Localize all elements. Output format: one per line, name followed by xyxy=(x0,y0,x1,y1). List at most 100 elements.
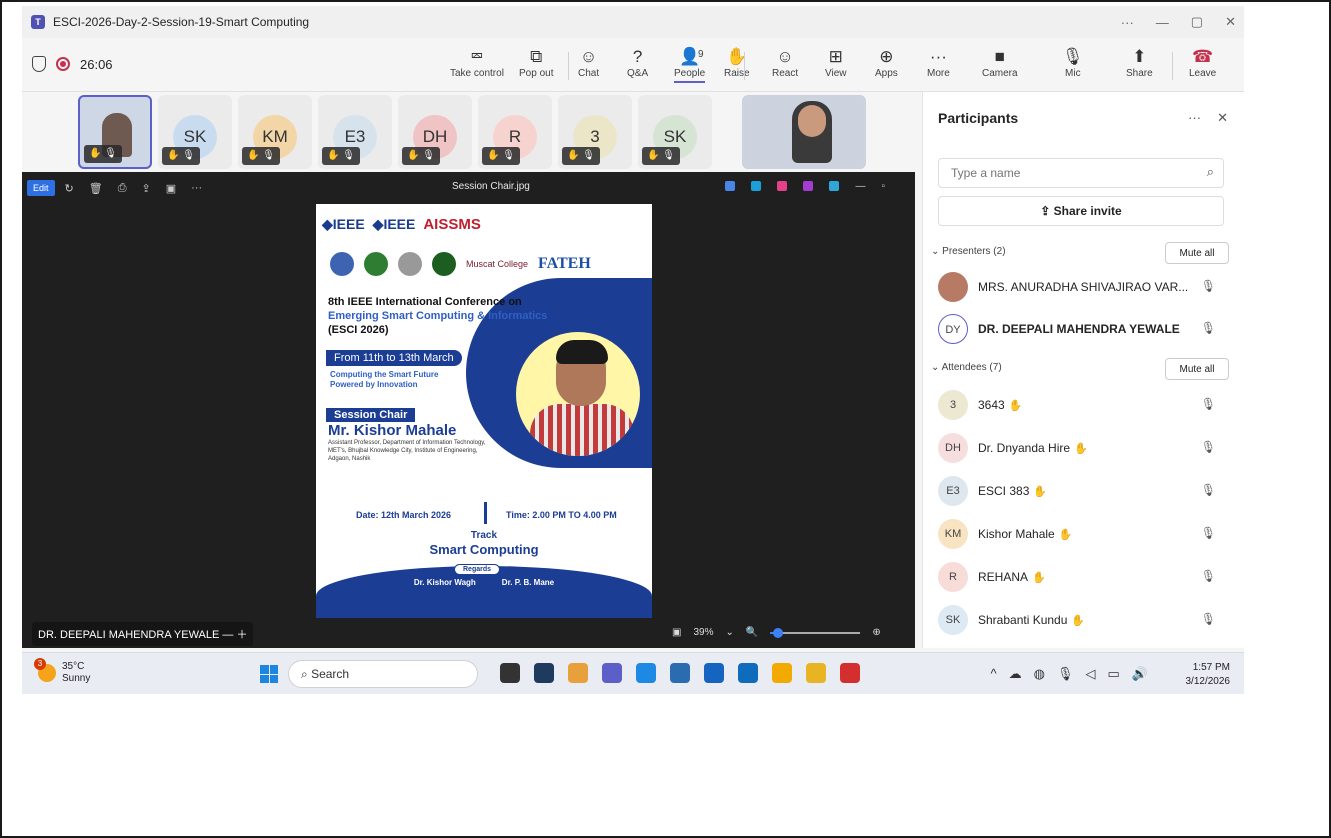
leave-button[interactable]: ☎ Leave xyxy=(1189,46,1216,79)
presenter-video[interactable] xyxy=(742,95,866,169)
mic-on-icon[interactable]: 🎙 xyxy=(1201,321,1216,335)
video-tile[interactable]: SK ✋ 🎙 xyxy=(158,95,232,169)
maximize-button[interactable]: ▢ xyxy=(1191,14,1203,30)
more-options-button[interactable]: ··· xyxy=(1121,15,1134,30)
taskbar-app-icon[interactable] xyxy=(670,663,690,683)
toolbar-label: Apps xyxy=(875,68,898,79)
onedrive-icon[interactable]: ☁ xyxy=(1009,666,1022,682)
network-icon[interactable]: ▭ xyxy=(1108,666,1120,682)
edit-button[interactable]: Edit xyxy=(27,180,55,196)
close-button[interactable]: ✕ xyxy=(1225,14,1236,30)
chat-button[interactable]: ☺ Chat xyxy=(578,46,599,79)
chevron-up-icon[interactable]: ^ xyxy=(991,666,997,682)
zoom-in-icon[interactable]: ⊕ xyxy=(872,627,880,638)
video-tile[interactable]: R ✋ 🎙 xyxy=(478,95,552,169)
react-button[interactable]: ☺ React xyxy=(772,46,798,79)
participant-row[interactable]: DY DR. DEEPALI MAHENDRA YEWALE 🎙 xyxy=(938,314,1228,344)
fit-icon[interactable]: ▣ xyxy=(672,627,681,638)
app-icon-4[interactable] xyxy=(803,181,814,191)
zoom-dropdown-icon[interactable]: ⌄ xyxy=(725,627,733,638)
share-button[interactable]: ⬆ Share xyxy=(1126,46,1153,79)
more-button[interactable]: ··· More xyxy=(927,46,950,79)
participant-row[interactable]: E3 ESCI 383 ✋ 🎙 xyxy=(938,476,1228,506)
apps-button[interactable]: ⊕ Apps xyxy=(875,46,898,79)
zoom-level[interactable]: 39% xyxy=(693,627,713,638)
minimize-button[interactable]: — xyxy=(1156,15,1169,30)
taskbar-app-icon[interactable] xyxy=(636,663,656,683)
mic-off-icon[interactable]: 🎙 xyxy=(1201,397,1216,411)
teams-tray-icon[interactable]: ◍ xyxy=(1034,666,1045,682)
video-tile[interactable]: 3 ✋ 🎙 xyxy=(558,95,632,169)
people-button[interactable]: 👤 9 People xyxy=(674,46,706,83)
mic-button[interactable]: 🎙 Mic xyxy=(1062,46,1084,79)
mic-off-icon[interactable]: 🎙 xyxy=(1201,526,1216,540)
viewer-more-icon[interactable]: ··· xyxy=(191,182,202,195)
file-title: Session Chair.jpg xyxy=(452,181,530,192)
video-tile[interactable]: ✋ 🎙 xyxy=(78,95,152,169)
video-tile[interactable]: E3 ✋ 🎙 xyxy=(318,95,392,169)
mic-off-icon[interactable]: 🎙 xyxy=(1201,279,1216,293)
taskbar-app-icon[interactable] xyxy=(500,663,520,683)
q-a-button[interactable]: ? Q&A xyxy=(627,46,648,79)
mic-off-icon[interactable]: 🎙 xyxy=(1201,440,1216,454)
taskbar-app-icon[interactable] xyxy=(602,663,622,683)
participant-row[interactable]: R REHANA ✋ 🎙 xyxy=(938,562,1228,592)
app-icon-2[interactable] xyxy=(751,181,762,191)
share-file-icon[interactable]: ⇪ xyxy=(142,182,151,195)
panel-close-icon[interactable]: ✕ xyxy=(1217,110,1228,126)
taskbar-app-icon[interactable] xyxy=(840,663,860,683)
taskbar-app-icon[interactable] xyxy=(772,663,792,683)
mute-all-button[interactable]: Mute all xyxy=(1165,358,1229,380)
raise-button[interactable]: ✋ Raise xyxy=(724,46,750,79)
system-clock[interactable]: 1:57 PM 3/12/2026 xyxy=(1186,661,1231,689)
print-icon[interactable]: ⎙ xyxy=(118,182,127,195)
taskbar-app-icon[interactable] xyxy=(738,663,758,683)
start-button[interactable] xyxy=(260,665,278,683)
taskbar-app-icon[interactable] xyxy=(568,663,588,683)
taskbar-app-icon[interactable] xyxy=(704,663,724,683)
zoom-slider[interactable] xyxy=(770,627,861,638)
camera-button[interactable]: ■ Camera xyxy=(982,46,1018,79)
slideshow-icon[interactable]: ▣ xyxy=(166,182,176,195)
take-control-button[interactable]: ⮹ Take control xyxy=(450,46,504,79)
mic-off-icon[interactable]: 🎙 xyxy=(1201,612,1216,626)
participant-search-input[interactable] xyxy=(938,158,1224,188)
mic-off-icon[interactable]: 🎙 xyxy=(1201,483,1216,497)
tagline-1: Computing the Smart Future xyxy=(330,370,439,379)
viewer-restore-icon[interactable]: ▫ xyxy=(881,181,885,192)
mic-off-icon[interactable]: 🎙 xyxy=(1201,569,1216,583)
zoom-out-icon[interactable]: 🔍 xyxy=(746,627,758,638)
taskbar-app-icon[interactable] xyxy=(806,663,826,683)
participant-row[interactable]: DH Dr. Dnyanda Hire ✋ 🎙 xyxy=(938,433,1228,463)
pop-out-button[interactable]: ⧉ Pop out xyxy=(519,46,553,79)
video-tile[interactable]: KM ✋ 🎙 xyxy=(238,95,312,169)
location-icon[interactable]: ◁ xyxy=(1086,666,1096,682)
video-tile[interactable]: DH ✋ 🎙 xyxy=(398,95,472,169)
attendees-section[interactable]: ⌄ Attendees (7) xyxy=(931,362,1002,373)
rotate-icon[interactable]: ↻ xyxy=(65,182,74,195)
viewer-minimize-icon[interactable]: — xyxy=(855,181,865,192)
taskbar-search[interactable]: ⌕ Search xyxy=(288,660,478,688)
app-icon-1[interactable] xyxy=(725,181,736,191)
weather-widget[interactable]: 3 35°C Sunny xyxy=(34,658,90,685)
mic-muted-tray-icon[interactable]: 🎙 xyxy=(1057,666,1074,682)
panel-more-icon[interactable]: ··· xyxy=(1188,110,1201,126)
view-button[interactable]: ⊞ View xyxy=(825,46,847,79)
conference-line1: 8th IEEE International Conference on xyxy=(328,296,522,308)
app-icon-5[interactable] xyxy=(829,181,840,191)
presenters-section[interactable]: ⌄ Presenters (2) xyxy=(931,246,1006,257)
toolbar-label: People xyxy=(674,68,706,79)
badge-controls[interactable]: — ＋ xyxy=(222,629,247,641)
share-invite-button[interactable]: ⇪ Share invite xyxy=(938,196,1224,226)
video-tile[interactable]: SK ✋ 🎙 xyxy=(638,95,712,169)
taskbar-app-icon[interactable] xyxy=(534,663,554,683)
volume-icon[interactable]: 🔊 xyxy=(1132,666,1148,682)
participant-row[interactable]: KM Kishor Mahale ✋ 🎙 xyxy=(938,519,1228,549)
delete-icon[interactable]: 🗑 xyxy=(89,182,103,195)
participant-row[interactable]: 3 3643 ✋ 🎙 xyxy=(938,390,1228,420)
zoom-slider-knob[interactable] xyxy=(773,627,784,638)
participant-row[interactable]: SK Shrabanti Kundu ✋ 🎙 xyxy=(938,605,1228,635)
participant-row[interactable]: MRS. ANURADHA SHIVAJIRAO VAR... 🎙 xyxy=(938,272,1228,302)
app-icon-3[interactable] xyxy=(777,181,788,191)
mute-all-button[interactable]: Mute all xyxy=(1165,242,1229,264)
